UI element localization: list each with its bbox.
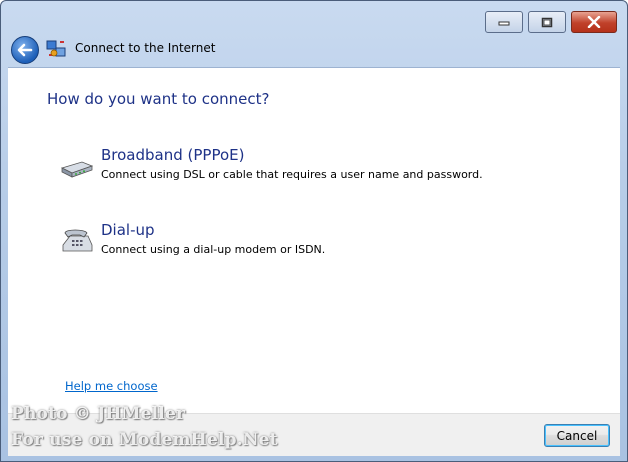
option-dialup-description: Connect using a dial-up modem or ISDN.	[101, 243, 326, 256]
back-button[interactable]	[11, 36, 39, 64]
option-broadband[interactable]: Broadband (PPPoE) Connect using DSL or c…	[60, 146, 560, 190]
help-me-choose-link[interactable]: Help me choose	[65, 379, 158, 393]
option-broadband-description: Connect using DSL or cable that requires…	[101, 168, 483, 181]
minimize-icon	[498, 21, 510, 26]
wizard-window: Connect to the Internet How do you want …	[0, 0, 628, 462]
back-arrow-icon	[17, 43, 33, 57]
option-dialup[interactable]: Dial-up Connect using a dial-up modem or…	[60, 221, 560, 265]
watermark-line-1: Photo © JHMeller	[11, 404, 186, 424]
cancel-button[interactable]: Cancel	[544, 424, 610, 447]
close-button[interactable]	[571, 11, 617, 33]
content-panel: How do you want to connect? Broadband (P…	[8, 67, 620, 414]
window-controls	[485, 11, 617, 33]
window-title: Connect to the Internet	[75, 41, 216, 55]
close-icon	[587, 16, 601, 28]
maximize-button[interactable]	[528, 11, 566, 33]
option-dialup-title: Dial-up	[101, 221, 155, 239]
minimize-button[interactable]	[485, 11, 523, 33]
network-wizard-icon	[46, 40, 66, 57]
maximize-icon	[541, 17, 553, 27]
page-heading: How do you want to connect?	[47, 90, 270, 108]
title-bar: Connect to the Internet	[1, 1, 627, 65]
option-broadband-title: Broadband (PPPoE)	[101, 146, 245, 164]
watermark-line-2: For use on ModemHelp.Net	[11, 430, 278, 450]
modem-icon	[60, 161, 94, 178]
phone-icon	[62, 229, 93, 252]
